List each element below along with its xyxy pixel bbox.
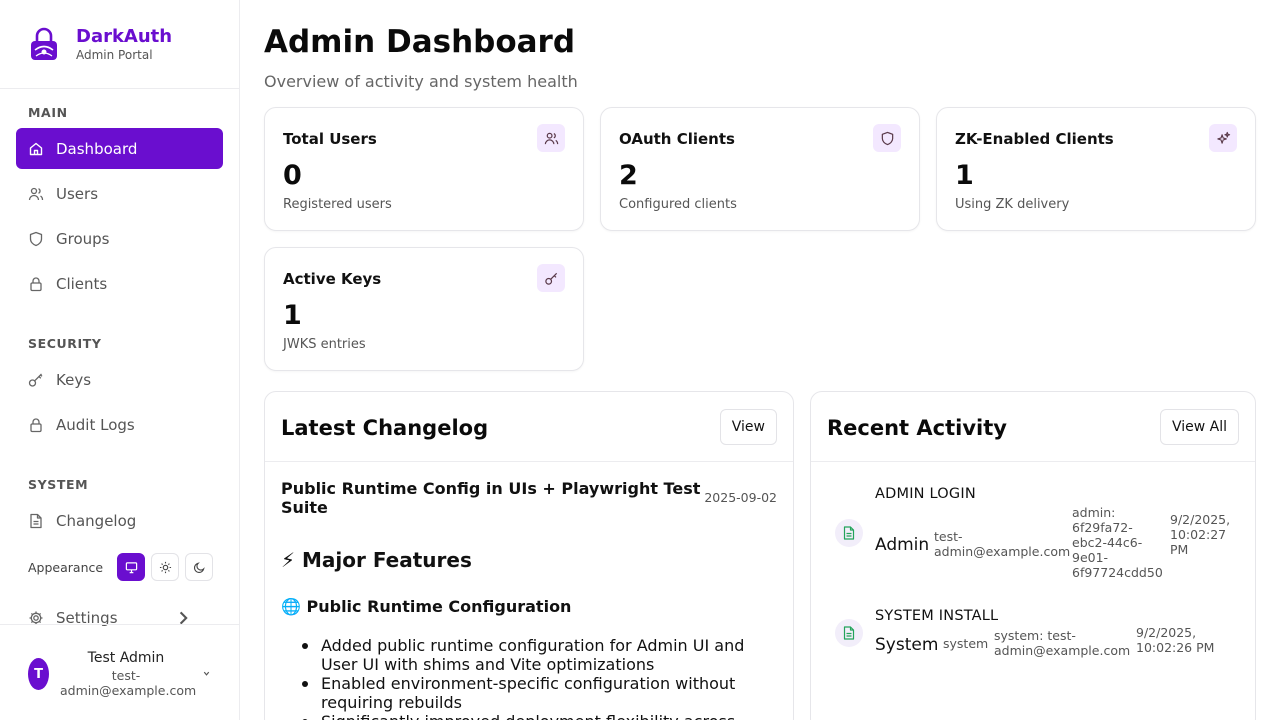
stat-caption: Using ZK delivery: [955, 197, 1070, 212]
document-icon: [30, 513, 42, 528]
changelog-panel: Latest Changelog View Public Runtime Con…: [264, 391, 794, 720]
stat-value: 1: [955, 160, 974, 191]
changelog-heading: ⚡ Major Features: [281, 548, 472, 572]
lock-logo-icon: [31, 27, 57, 60]
brand-name: DarkAuth: [76, 26, 173, 47]
stat-icon: [873, 124, 901, 152]
sidebar-item-keys[interactable]: Keys: [16, 359, 223, 400]
sidebar-item-label: Changelog: [56, 511, 137, 530]
list-item: Added public runtime configuration for A…: [302, 636, 761, 674]
section-label-system: SYSTEM: [28, 477, 89, 492]
stat-icon: [1209, 124, 1237, 152]
sun-icon: [159, 561, 171, 573]
appearance-label: Appearance: [28, 559, 104, 575]
user-name: Test Admin: [87, 650, 165, 666]
theme-system-button[interactable]: [117, 553, 146, 581]
stat-icon: [537, 124, 565, 152]
activity-email: test-admin@example.com: [934, 529, 1071, 559]
lock-icon: [30, 417, 42, 432]
activity-title: Recent Activity: [827, 416, 1007, 440]
brand[interactable]: DarkAuth Admin Portal: [28, 26, 172, 62]
changelog-bullets: Added public runtime configuration for A…: [302, 636, 761, 720]
changelog-subheading: 🌐 Public Runtime Configuration: [281, 597, 572, 616]
sparkles-icon: [1216, 131, 1230, 144]
avatar: T: [28, 658, 49, 690]
sidebar-item-label: Dashboard: [56, 139, 138, 158]
stat-caption: JWKS entries: [283, 337, 366, 352]
activity-detail: admin: 6f29fa72-ebc2-44c6-9e01-6f97724cd…: [1072, 505, 1163, 580]
sidebar-item-groups[interactable]: Groups: [16, 218, 223, 259]
stat-caption: Registered users: [283, 197, 392, 212]
lock-icon: [30, 276, 42, 291]
activity-icon: [835, 619, 863, 647]
stat-icon: [537, 264, 565, 292]
sidebar-item-label: Users: [56, 184, 99, 203]
theme-light-button[interactable]: [151, 553, 180, 581]
stat-card-zk-clients: ZK-Enabled Clients 1 Using ZK delivery: [936, 107, 1256, 231]
user-menu[interactable]: T Test Admin test-admin@example.com: [0, 624, 239, 720]
stat-value: 2: [619, 160, 638, 191]
section-label-security: SECURITY: [28, 336, 102, 351]
stat-caption: Configured clients: [619, 197, 737, 212]
sidebar-item-changelog[interactable]: Changelog: [16, 500, 223, 541]
document-icon: [843, 526, 855, 540]
activity-detail: system: test-admin@example.com: [994, 628, 1131, 658]
activity-type: SYSTEM INSTALL: [875, 608, 999, 624]
stat-title: Active Keys: [283, 270, 382, 288]
user-email: test-admin@example.com: [60, 668, 197, 698]
sidebar-item-clients[interactable]: Clients: [16, 263, 223, 304]
home-icon: [29, 142, 43, 155]
activity-type: ADMIN LOGIN: [875, 486, 976, 502]
sidebar-item-dashboard[interactable]: Dashboard: [16, 128, 223, 169]
activity-actor: Admin: [875, 535, 930, 555]
sidebar-divider: [0, 88, 239, 89]
sidebar-item-label: Audit Logs: [56, 415, 135, 434]
shield-icon: [881, 131, 893, 145]
section-label-main: MAIN: [28, 105, 68, 120]
sidebar-item-label: Groups: [56, 229, 110, 248]
changelog-view-button[interactable]: View: [719, 409, 777, 445]
stat-card-active-keys: Active Keys 1 JWKS entries: [264, 247, 584, 371]
theme-dark-button[interactable]: [185, 553, 214, 581]
activity-time: 9/2/2025, 10:02:26 PM: [1136, 625, 1215, 655]
stat-title: ZK-Enabled Clients: [955, 130, 1114, 148]
users-icon: [28, 187, 44, 200]
page-subtitle: Overview of activity and system health: [264, 72, 578, 91]
sidebar: DarkAuth Admin Portal MAIN Dashboard Use…: [0, 0, 240, 720]
stat-card-oauth-clients: OAuth Clients 2 Configured clients: [600, 107, 920, 231]
stat-card-total-users: Total Users 0 Registered users: [264, 107, 584, 231]
users-icon: [544, 132, 558, 144]
moon-icon: [193, 561, 205, 573]
brand-subtitle: Admin Portal: [76, 48, 153, 62]
changelog-header: Latest Changelog View: [265, 392, 793, 462]
sidebar-item-audit-logs[interactable]: Audit Logs: [16, 404, 223, 445]
changelog-title: Latest Changelog: [281, 416, 489, 440]
sidebar-item-users[interactable]: Users: [16, 173, 223, 214]
stat-title: OAuth Clients: [619, 130, 735, 148]
activity-icon: [835, 519, 863, 547]
sidebar-item-label: Keys: [56, 370, 92, 389]
chevron-down-icon: [203, 671, 210, 676]
document-icon: [843, 626, 855, 640]
stat-value: 0: [283, 160, 302, 191]
stat-value: 1: [283, 300, 302, 331]
activity-time: 9/2/2025, 10:02:27 PM: [1170, 512, 1231, 557]
activity-actor: System: [875, 635, 939, 655]
changelog-entry-date: 2025-09-02: [704, 490, 777, 505]
changelog-entry-title: Public Runtime Config in UIs + Playwrigh…: [281, 479, 701, 517]
key-icon: [28, 373, 43, 387]
page-title: Admin Dashboard: [264, 24, 576, 60]
sidebar-item-label: Clients: [56, 274, 108, 293]
activity-panel: Recent Activity View All ADMIN LOGIN Adm…: [810, 391, 1256, 720]
view-all-button[interactable]: View All: [1159, 409, 1239, 445]
monitor-icon: [125, 561, 137, 573]
appearance-switcher: Appearance: [28, 553, 219, 581]
list-item: Significantly improved deployment flexib…: [302, 712, 761, 720]
list-item: Enabled environment-specific configurati…: [302, 674, 761, 712]
activity-header: Recent Activity View All: [811, 392, 1255, 462]
stat-title: Total Users: [283, 130, 377, 148]
shield-icon: [29, 231, 43, 246]
key-icon: [544, 272, 557, 285]
